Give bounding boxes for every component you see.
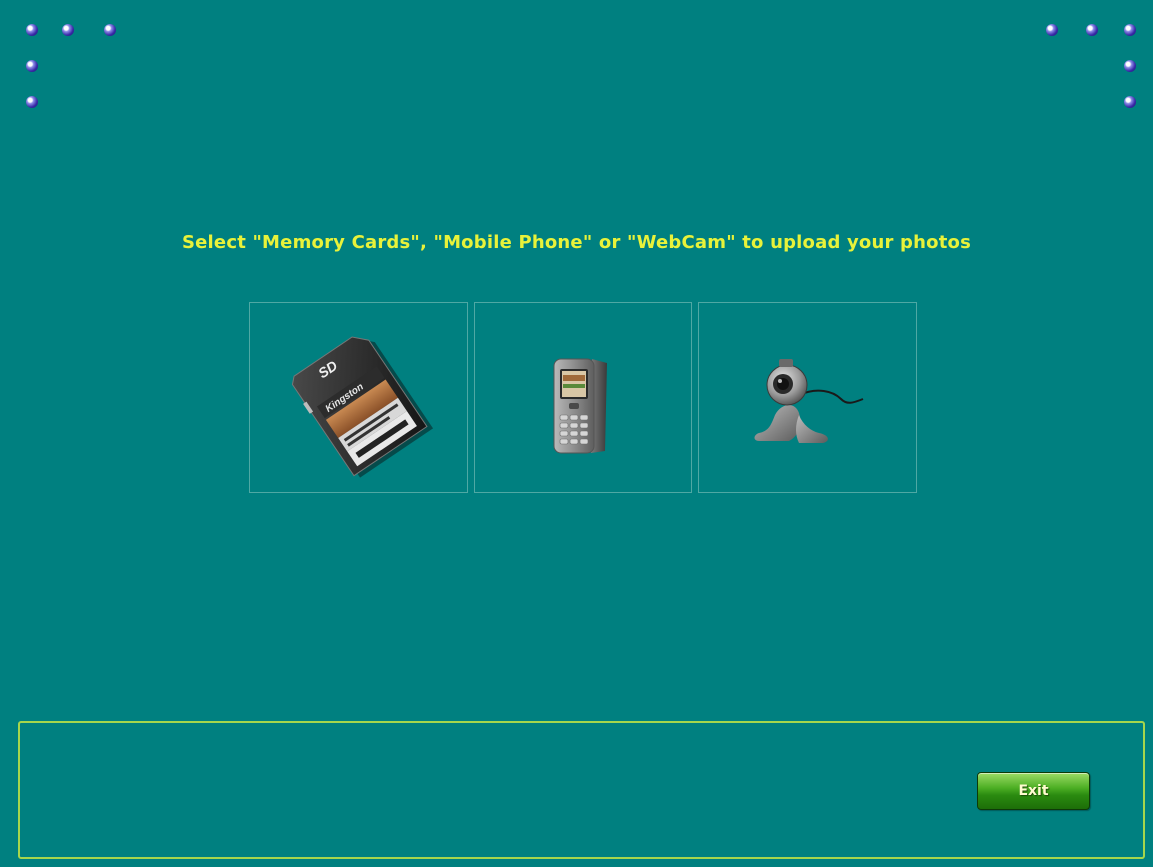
exit-button[interactable]: Exit: [977, 772, 1090, 810]
webcam-button[interactable]: [698, 302, 917, 493]
corner-dot-decoration: [26, 60, 38, 72]
corner-dot-decoration: [1124, 96, 1136, 108]
memory-cards-button[interactable]: SD Kingston: [249, 302, 468, 493]
corner-dot-decoration: [1124, 24, 1136, 36]
mobile-phone-icon: [553, 358, 607, 454]
webcam-icon: [754, 359, 864, 443]
corner-dot-decoration: [26, 24, 38, 36]
instruction-prompt: Select "Memory Cards", "Mobile Phone" or…: [181, 232, 972, 253]
memory-card-icon: SD Kingston: [291, 336, 434, 478]
corner-dot-decoration: [104, 24, 116, 36]
footer-panel: Exit: [18, 721, 1145, 859]
corner-dot-decoration: [1046, 24, 1058, 36]
corner-dot-decoration: [62, 24, 74, 36]
corner-dot-decoration: [26, 96, 38, 108]
corner-dot-decoration: [1124, 60, 1136, 72]
mobile-phone-button[interactable]: [474, 302, 692, 493]
corner-dot-decoration: [1086, 24, 1098, 36]
